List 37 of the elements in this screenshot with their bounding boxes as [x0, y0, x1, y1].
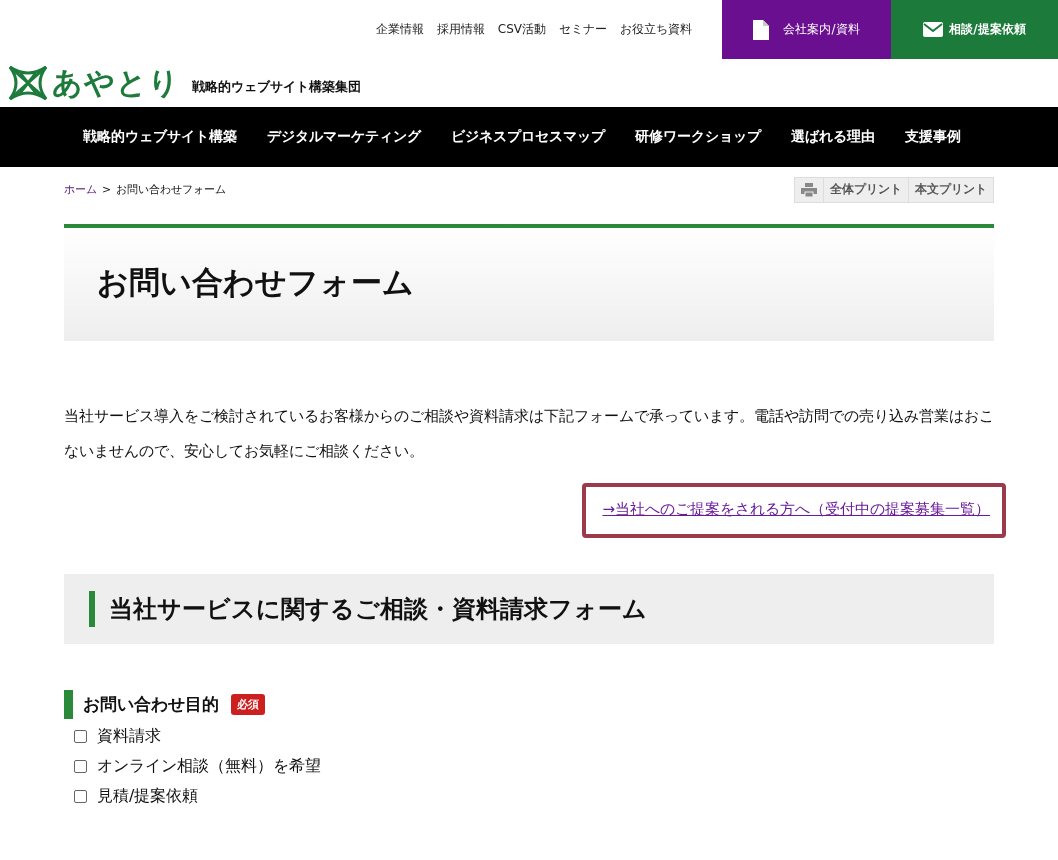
option-label: オンライン相談（無料）を希望 — [97, 755, 321, 777]
lattice-icon — [8, 65, 48, 101]
nav-link[interactable]: 研修ワークショップ — [635, 128, 761, 146]
header-button[interactable]: 会社案内/資料 — [722, 0, 891, 59]
nav-link[interactable]: 戦略的ウェブサイト構築 — [83, 128, 237, 146]
page-title: お問い合わせフォーム — [97, 262, 414, 302]
intro-paragraph: 当社サービス導入をご検討されているお客様からのご相談や資料請求は下記フォームで承っています。電話や訪問での売り込み営業はおこないませんので、安心してお気軽にご相談ください。 — [64, 406, 994, 462]
header-link[interactable]: 採用情報 — [436, 21, 485, 38]
envelope-icon — [923, 22, 944, 37]
breadcrumb-current: お問い合わせフォーム — [116, 182, 227, 197]
breadcrumb-separator: > — [102, 183, 112, 196]
checkbox[interactable] — [74, 729, 87, 743]
form-title: 当社サービスに関するご相談・資料請求フォーム — [89, 591, 647, 627]
field-label: お問い合わせ目的 — [83, 693, 219, 716]
header-button[interactable]: 相談/提案依頼 — [891, 0, 1058, 59]
required-badge: 必須 — [231, 694, 265, 715]
checkbox[interactable] — [74, 789, 87, 803]
proposal-link[interactable]: →当社へのご提案をされる方へ（受付中の提案募集一覧） — [602, 500, 990, 518]
print-button[interactable]: 全体プリント — [824, 177, 909, 202]
nav-link[interactable]: 支援事例 — [905, 128, 961, 146]
nav-link[interactable]: ビジネスプロセスマップ — [451, 128, 605, 146]
logo-text: あやとり — [52, 63, 180, 102]
header-link[interactable]: セミナー — [559, 21, 607, 38]
tagline: 戦略的ウェブサイト構築集団 — [192, 78, 361, 96]
header-link[interactable]: CSV活動 — [497, 21, 546, 38]
breadcrumb-link[interactable]: ホーム — [64, 182, 97, 197]
header-link[interactable]: 企業情報 — [375, 21, 424, 38]
nav-link[interactable]: 選ばれる理由 — [791, 128, 875, 146]
print-button[interactable]: 本文プリント — [909, 177, 993, 202]
document-icon — [753, 19, 770, 40]
logo[interactable]: あやとり — [8, 62, 180, 104]
nav-link[interactable]: デジタルマーケティング — [267, 128, 421, 146]
option-label: 見積/提案依頼 — [97, 785, 199, 807]
option-label: 資料請求 — [97, 725, 161, 747]
printer-icon — [801, 182, 817, 197]
checkbox[interactable] — [74, 759, 87, 773]
header-link[interactable]: お役立ち資料 — [620, 21, 692, 38]
